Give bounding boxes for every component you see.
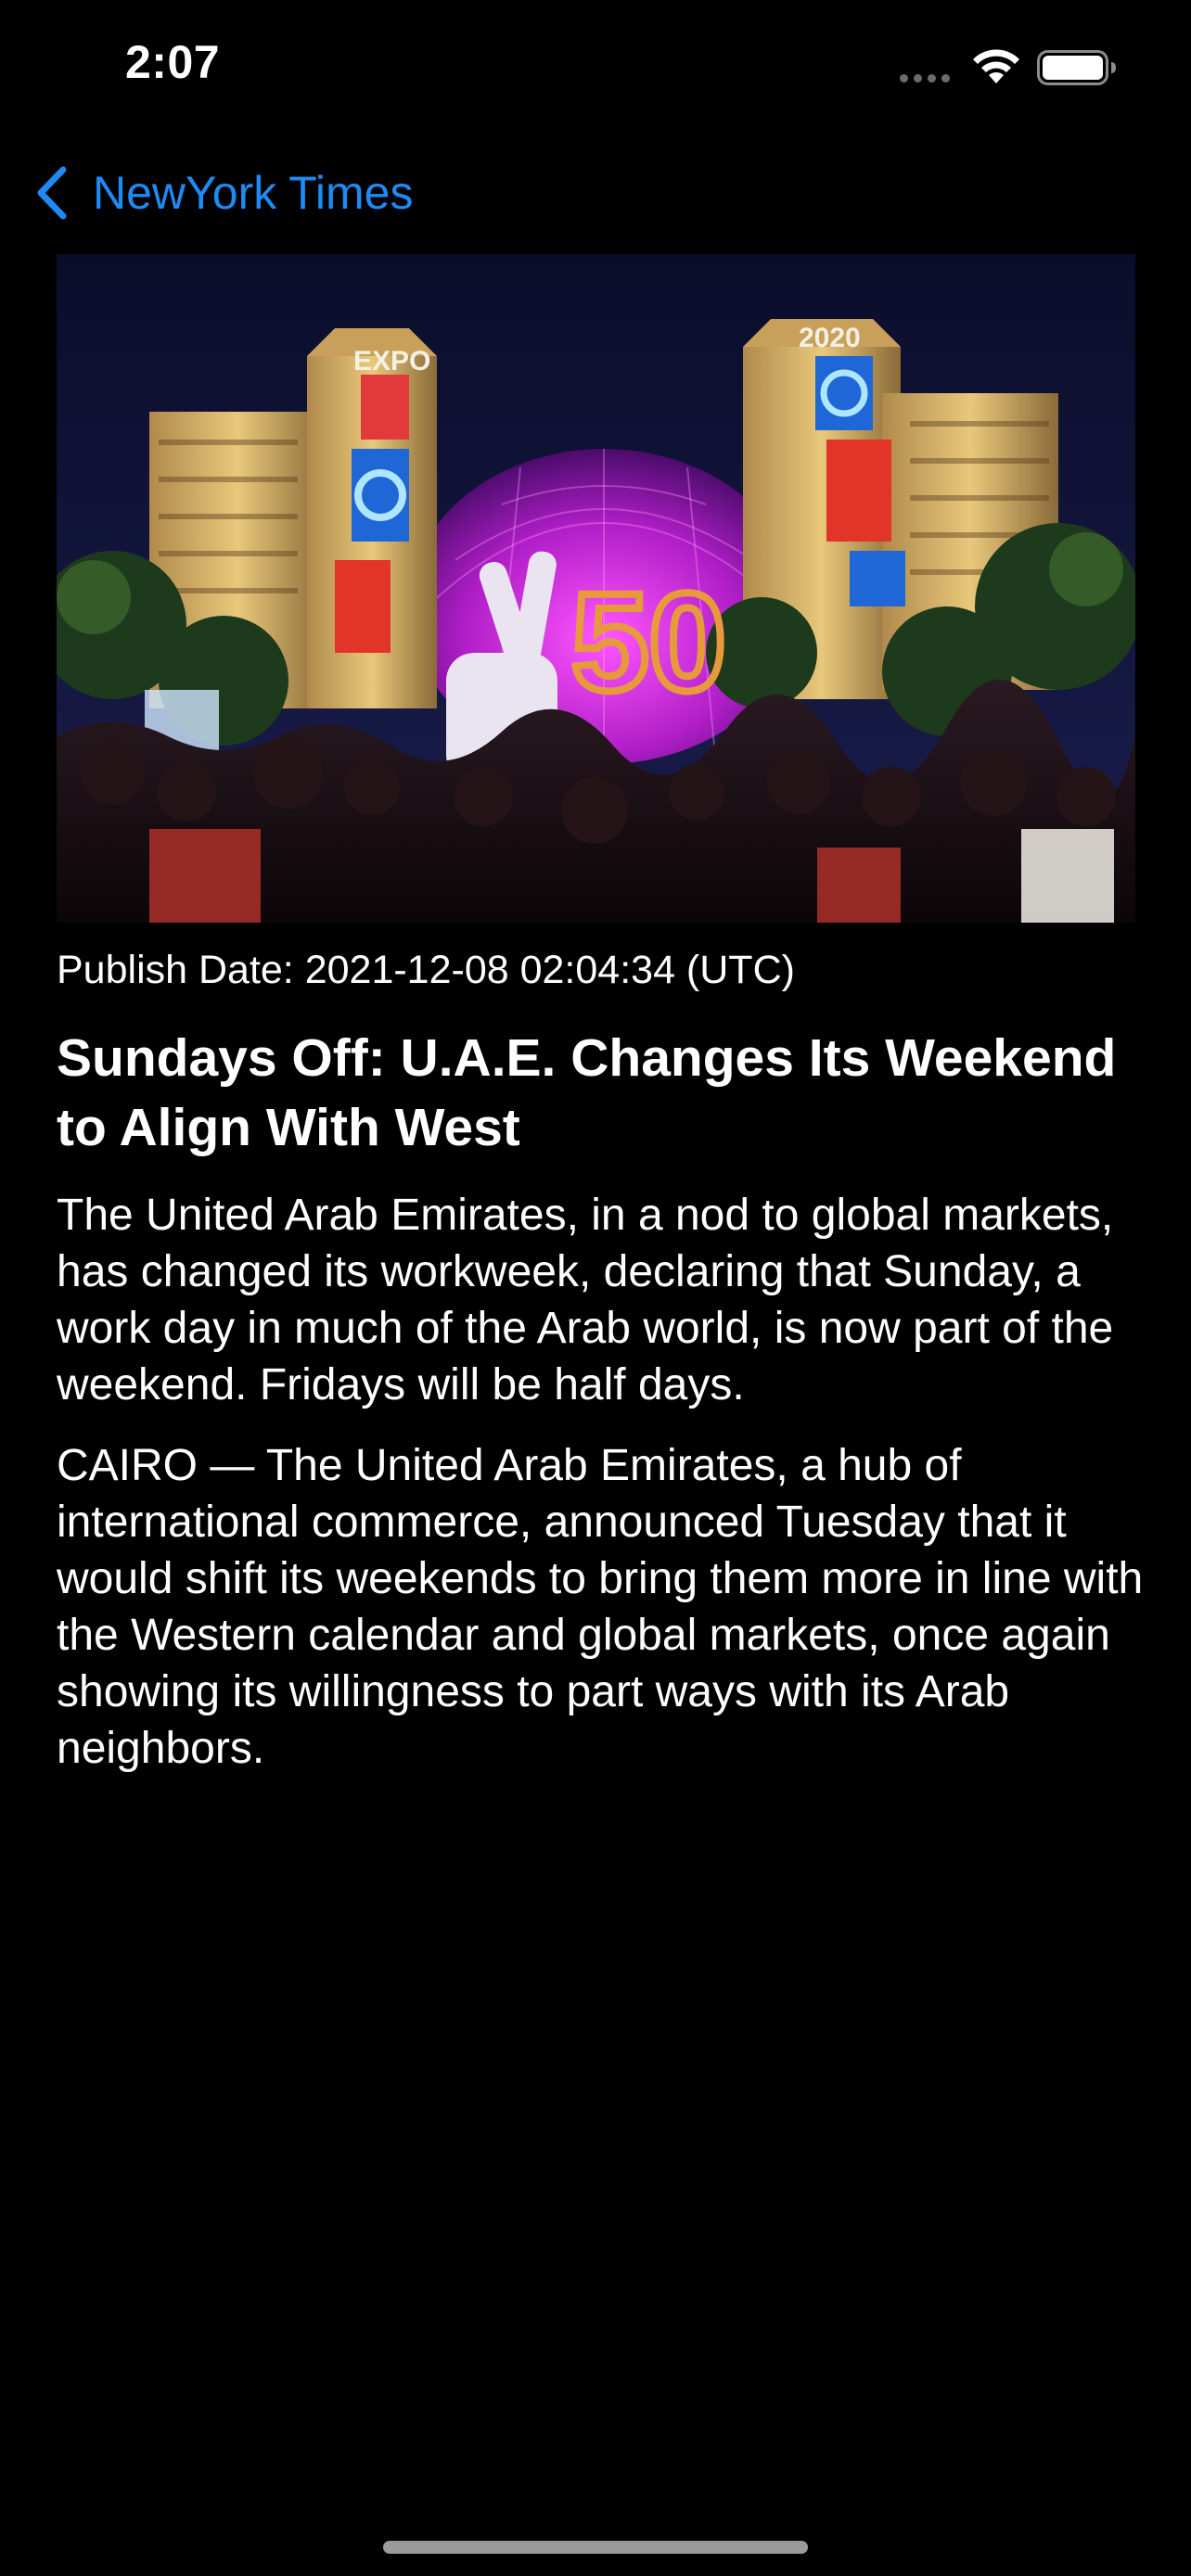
- home-indicator[interactable]: [383, 2541, 808, 2554]
- photo-sign-expo: EXPO: [353, 346, 430, 376]
- status-bar: 2:07: [0, 0, 1191, 130]
- article-photo: EXPO 2020 50: [57, 254, 1135, 923]
- photo-sign-50: 50: [571, 564, 726, 720]
- article-lead-paragraph: CAIRO — The United Arab Emirates, a hub …: [57, 1441, 1144, 1773]
- battery-icon: [1037, 50, 1116, 85]
- article-abstract: The United Arab Emirates, in a nod to gl…: [57, 1191, 1114, 1409]
- status-time: 2:07: [125, 36, 221, 88]
- photo-sign-2020: 2020: [799, 323, 861, 353]
- cellular-dots-icon: [900, 74, 950, 83]
- publish-date: Publish Date: 2021-12-08 02:04:34 (UTC): [57, 948, 795, 992]
- article-headline: Sundays Off: U.A.E. Changes Its Weekend …: [57, 1028, 1117, 1157]
- article: Publish Date: 2021-12-08 02:04:34 (UTC) …: [57, 937, 1146, 1777]
- back-button[interactable]: NewYork Times: [33, 158, 413, 228]
- chevron-left-icon: [37, 166, 67, 220]
- back-button-label: NewYork Times: [93, 167, 414, 219]
- wifi-icon: [973, 49, 1019, 83]
